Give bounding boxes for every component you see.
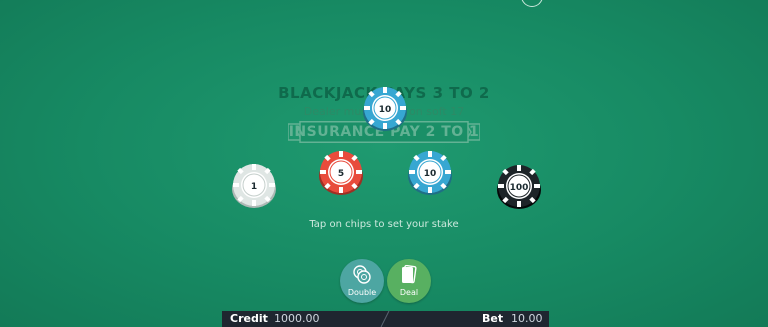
chip-5[interactable]: 5 xyxy=(318,150,364,196)
chip-100[interactable]: 100 xyxy=(496,164,542,210)
chip-1-value: 1 xyxy=(251,182,257,192)
double-chips-icon xyxy=(353,265,371,284)
chip-1[interactable]: 1 xyxy=(231,163,277,209)
bet-chip-value: 10 xyxy=(379,105,392,115)
chip-10[interactable]: 10 xyxy=(407,150,453,196)
menu-icon[interactable] xyxy=(521,0,543,7)
chip-100-value: 100 xyxy=(510,183,529,193)
credit-value: 1000.00 xyxy=(274,312,320,325)
stake-hint: Tap on chips to set your stake xyxy=(309,219,459,230)
deal-button[interactable]: Deal xyxy=(387,259,431,303)
bet-label: Bet xyxy=(482,312,504,325)
bet-chip[interactable]: 10 xyxy=(362,86,408,132)
status-divider xyxy=(380,311,390,327)
status-bar: Credit 1000.00 Bet 10.00 xyxy=(222,311,549,327)
chip-5-value: 5 xyxy=(338,169,344,179)
double-label: Double xyxy=(347,288,377,297)
bet-value: 10.00 xyxy=(511,312,543,325)
card-icon xyxy=(402,265,417,284)
deal-label: Deal xyxy=(399,288,419,297)
credit-label: Credit xyxy=(230,312,268,325)
chip-10-value: 10 xyxy=(424,169,437,179)
double-button[interactable]: Double xyxy=(340,259,384,303)
